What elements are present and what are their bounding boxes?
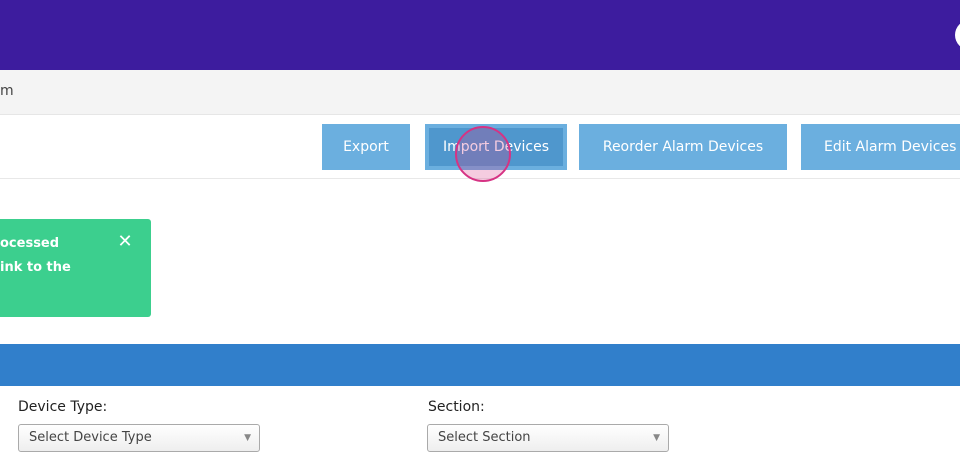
success-toast: ocessed ink to the ✕ (0, 219, 151, 317)
section-select[interactable]: Select Section ▼ (427, 424, 669, 452)
chevron-down-icon: ▼ (244, 433, 251, 443)
export-button[interactable]: Export (322, 124, 410, 170)
section-label: Section: (428, 399, 485, 415)
user-avatar[interactable] (955, 20, 960, 50)
chevron-down-icon: ▼ (653, 433, 660, 443)
section-select-value: Select Section (438, 430, 531, 445)
breadcrumb-text: m (0, 83, 14, 99)
import-devices-label: Import Devices (429, 128, 563, 166)
toolbar: Export Import Devices Reorder Alarm Devi… (0, 115, 960, 179)
section-header-band (0, 344, 960, 386)
device-type-label: Device Type: (18, 399, 108, 415)
import-devices-button[interactable]: Import Devices (425, 124, 567, 170)
toast-message-line-2: ink to the (0, 260, 71, 275)
toast-message-line-1: ocessed (0, 236, 60, 251)
close-icon[interactable]: ✕ (117, 233, 133, 251)
device-type-select[interactable]: Select Device Type ▼ (18, 424, 260, 452)
device-type-select-value: Select Device Type (29, 430, 152, 445)
breadcrumb: m (0, 70, 960, 115)
top-navigation-bar (0, 0, 960, 70)
reorder-alarm-devices-button[interactable]: Reorder Alarm Devices (579, 124, 787, 170)
edit-alarm-devices-button[interactable]: Edit Alarm Devices (801, 124, 960, 170)
